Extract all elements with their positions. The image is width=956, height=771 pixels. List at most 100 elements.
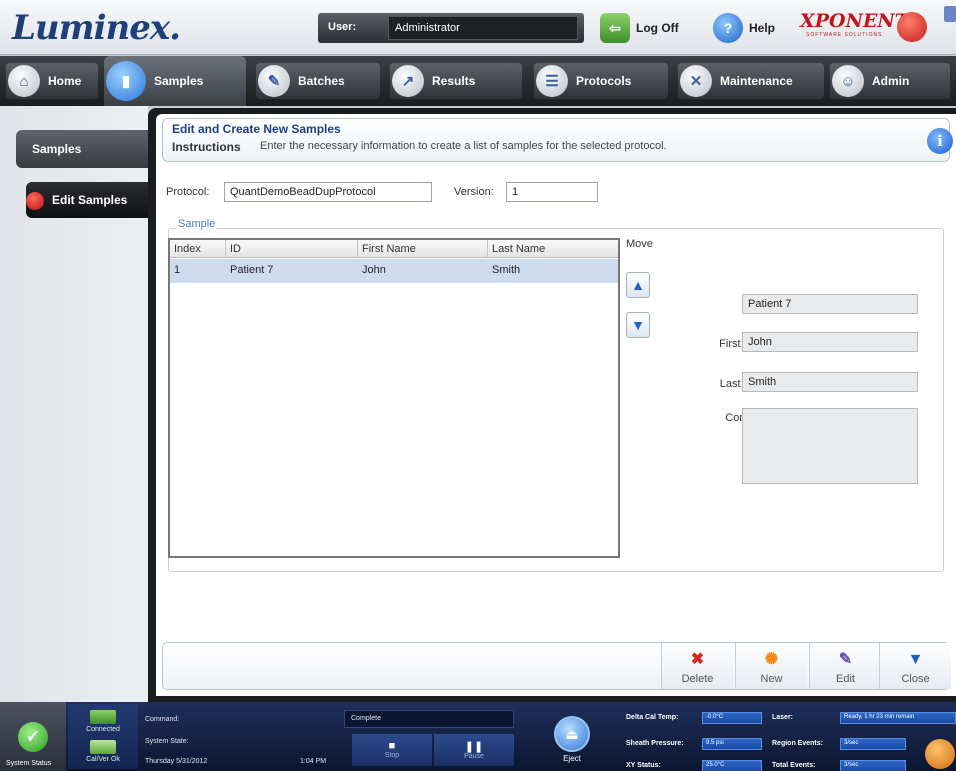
edit-button[interactable]: ✎ Edit <box>809 643 881 689</box>
cell-last-name: Smith <box>492 264 521 276</box>
luminex-logo: Luminex. <box>12 8 181 48</box>
arrow-down-icon: ▼ <box>631 317 645 333</box>
column-header-id[interactable]: ID <box>226 240 358 258</box>
version-label: Version: <box>454 186 494 198</box>
cell-first-name: John <box>362 264 386 276</box>
sheath-pressure-value: 9.5 psi <box>702 738 762 750</box>
xy-status-label: XY Status: <box>626 762 661 769</box>
page-title: Edit and Create New Samples <box>172 122 341 136</box>
check-icon: ✓ <box>18 722 48 752</box>
date-text: Thursday 5/31/2012 <box>145 758 208 765</box>
stop-label: Stop <box>384 752 400 759</box>
help-icon: ? <box>713 13 743 43</box>
tab-home[interactable]: ⌂ Home <box>6 63 98 99</box>
sidebar-item-edit-samples[interactable]: Edit Samples <box>26 182 148 218</box>
tab-home-label: Home <box>48 74 82 88</box>
sidebar-item-samples[interactable]: Samples <box>16 130 148 168</box>
cell-index: 1 <box>174 264 181 276</box>
eject-button[interactable]: ⏏ Eject <box>532 704 612 769</box>
first-name-field[interactable]: John <box>742 332 918 352</box>
new-button[interactable]: ✺ New <box>735 643 807 689</box>
tab-maintenance-label: Maintenance <box>720 74 793 88</box>
log-off-button[interactable]: ⇦ Log Off <box>600 12 679 44</box>
tab-maintenance[interactable]: ✕ Maintenance <box>678 63 824 99</box>
batches-icon: ✎ <box>258 65 290 97</box>
delete-button[interactable]: ✖ Delete <box>661 643 733 689</box>
main-content: Edit and Create New Samples Instructions… <box>156 114 956 696</box>
version-field[interactable]: 1 <box>506 182 598 202</box>
instructions-text: Enter the necessary information to creat… <box>260 140 667 152</box>
close-button[interactable]: ▼ Close <box>879 643 951 689</box>
tab-protocols-label: Protocols <box>576 74 632 88</box>
tab-batches[interactable]: ✎ Batches <box>256 63 380 99</box>
new-label: New <box>760 673 783 685</box>
last-name-field[interactable]: Smith <box>742 372 918 392</box>
arrow-up-icon: ▲ <box>631 277 645 293</box>
sheath-pressure-label: Sheath Pressure: <box>626 740 684 747</box>
table-row[interactable]: 1 Patient 7 John Smith <box>170 259 618 283</box>
delta-cal-temp-value: -0.0°C <box>702 712 762 724</box>
stop-button[interactable]: ■ Stop <box>352 734 432 766</box>
samples-table[interactable]: Index ID First Name Last Name 1 Patient … <box>168 238 620 558</box>
total-events-label: Total Events: <box>772 762 816 769</box>
eject-label: Eject <box>563 754 581 763</box>
column-header-index[interactable]: Index <box>170 240 226 258</box>
home-icon: ⌂ <box>8 65 40 97</box>
system-state-label: System State: <box>145 738 189 745</box>
delete-icon: ✖ <box>690 651 705 668</box>
connected-label: Connected <box>86 726 120 733</box>
pause-button[interactable]: ❚❚ Pause <box>434 734 514 766</box>
info-icon[interactable]: i <box>927 128 953 154</box>
tab-batches-label: Batches <box>298 74 345 88</box>
tab-samples[interactable]: ▮ Samples <box>104 56 246 106</box>
close-icon: ▼ <box>907 651 924 668</box>
tab-admin-label: Admin <box>872 74 910 88</box>
eject-icon: ⏏ <box>554 716 590 752</box>
new-icon: ✺ <box>764 651 779 668</box>
tab-results[interactable]: ↗ Results <box>390 63 522 99</box>
sidebar: Samples Edit Samples <box>0 106 148 702</box>
tab-samples-label: Samples <box>154 74 204 88</box>
total-events-value: 3/sec <box>840 760 906 771</box>
user-field[interactable]: Administrator <box>388 16 578 40</box>
system-status-button[interactable]: ✓ System Status <box>0 702 66 771</box>
column-header-last-name[interactable]: Last Name <box>488 240 618 258</box>
instructions-label: Instructions <box>172 140 241 154</box>
cell-id: Patient 7 <box>230 264 274 276</box>
pause-label: Pause <box>464 753 484 760</box>
move-down-button[interactable]: ▼ <box>626 312 650 338</box>
calver-label: Cal/Ver Ok <box>86 756 120 763</box>
command-status: Complete <box>351 715 381 722</box>
pause-icon: ❚❚ <box>464 741 484 753</box>
edit-icon: ✎ <box>838 651 853 668</box>
laser-value: Ready, 1 hr 23 min remain <box>840 712 956 724</box>
protocol-field[interactable]: QuantDemoBeadDupProtocol <box>224 182 432 202</box>
main-nav: ⌂ Home ▮ Samples ✎ Batches ↗ Results ☰ P… <box>0 56 956 106</box>
time-text: 1:04 PM <box>300 758 327 765</box>
system-status-label: System Status <box>6 760 52 767</box>
tab-admin[interactable]: ☺ Admin <box>830 63 950 99</box>
samples-icon: ▮ <box>106 61 146 101</box>
sample-group-title: Sample <box>176 218 218 230</box>
protocols-icon: ☰ <box>536 65 568 97</box>
delete-label: Delete <box>681 673 714 685</box>
region-events-value: 3/sec <box>840 738 906 750</box>
tab-protocols[interactable]: ☰ Protocols <box>534 63 668 99</box>
protocol-label: Protocol: <box>166 186 210 198</box>
delta-cal-temp-label: Delta Cal Temp: <box>626 714 679 721</box>
id-field[interactable]: Patient 7 <box>742 294 918 314</box>
edit-label: Edit <box>836 673 855 685</box>
calver-icon <box>90 740 116 754</box>
instrument-icon[interactable] <box>925 739 955 769</box>
help-button[interactable]: ? Help <box>713 12 775 44</box>
column-header-first-name[interactable]: First Name <box>358 240 488 258</box>
connection-panel: Connected Cal/Ver Ok <box>68 704 138 769</box>
xponent-logo-icon <box>897 12 927 42</box>
user-label: User: <box>328 21 357 33</box>
action-bar: ✖ Delete ✺ New ✎ Edit ▼ Close <box>162 642 951 690</box>
move-label: Move <box>626 238 653 250</box>
instructions-box: Edit and Create New Samples Instructions… <box>162 118 953 162</box>
window-menu-button[interactable] <box>944 6 956 22</box>
comment-field[interactable] <box>742 408 918 484</box>
move-up-button[interactable]: ▲ <box>626 272 650 298</box>
